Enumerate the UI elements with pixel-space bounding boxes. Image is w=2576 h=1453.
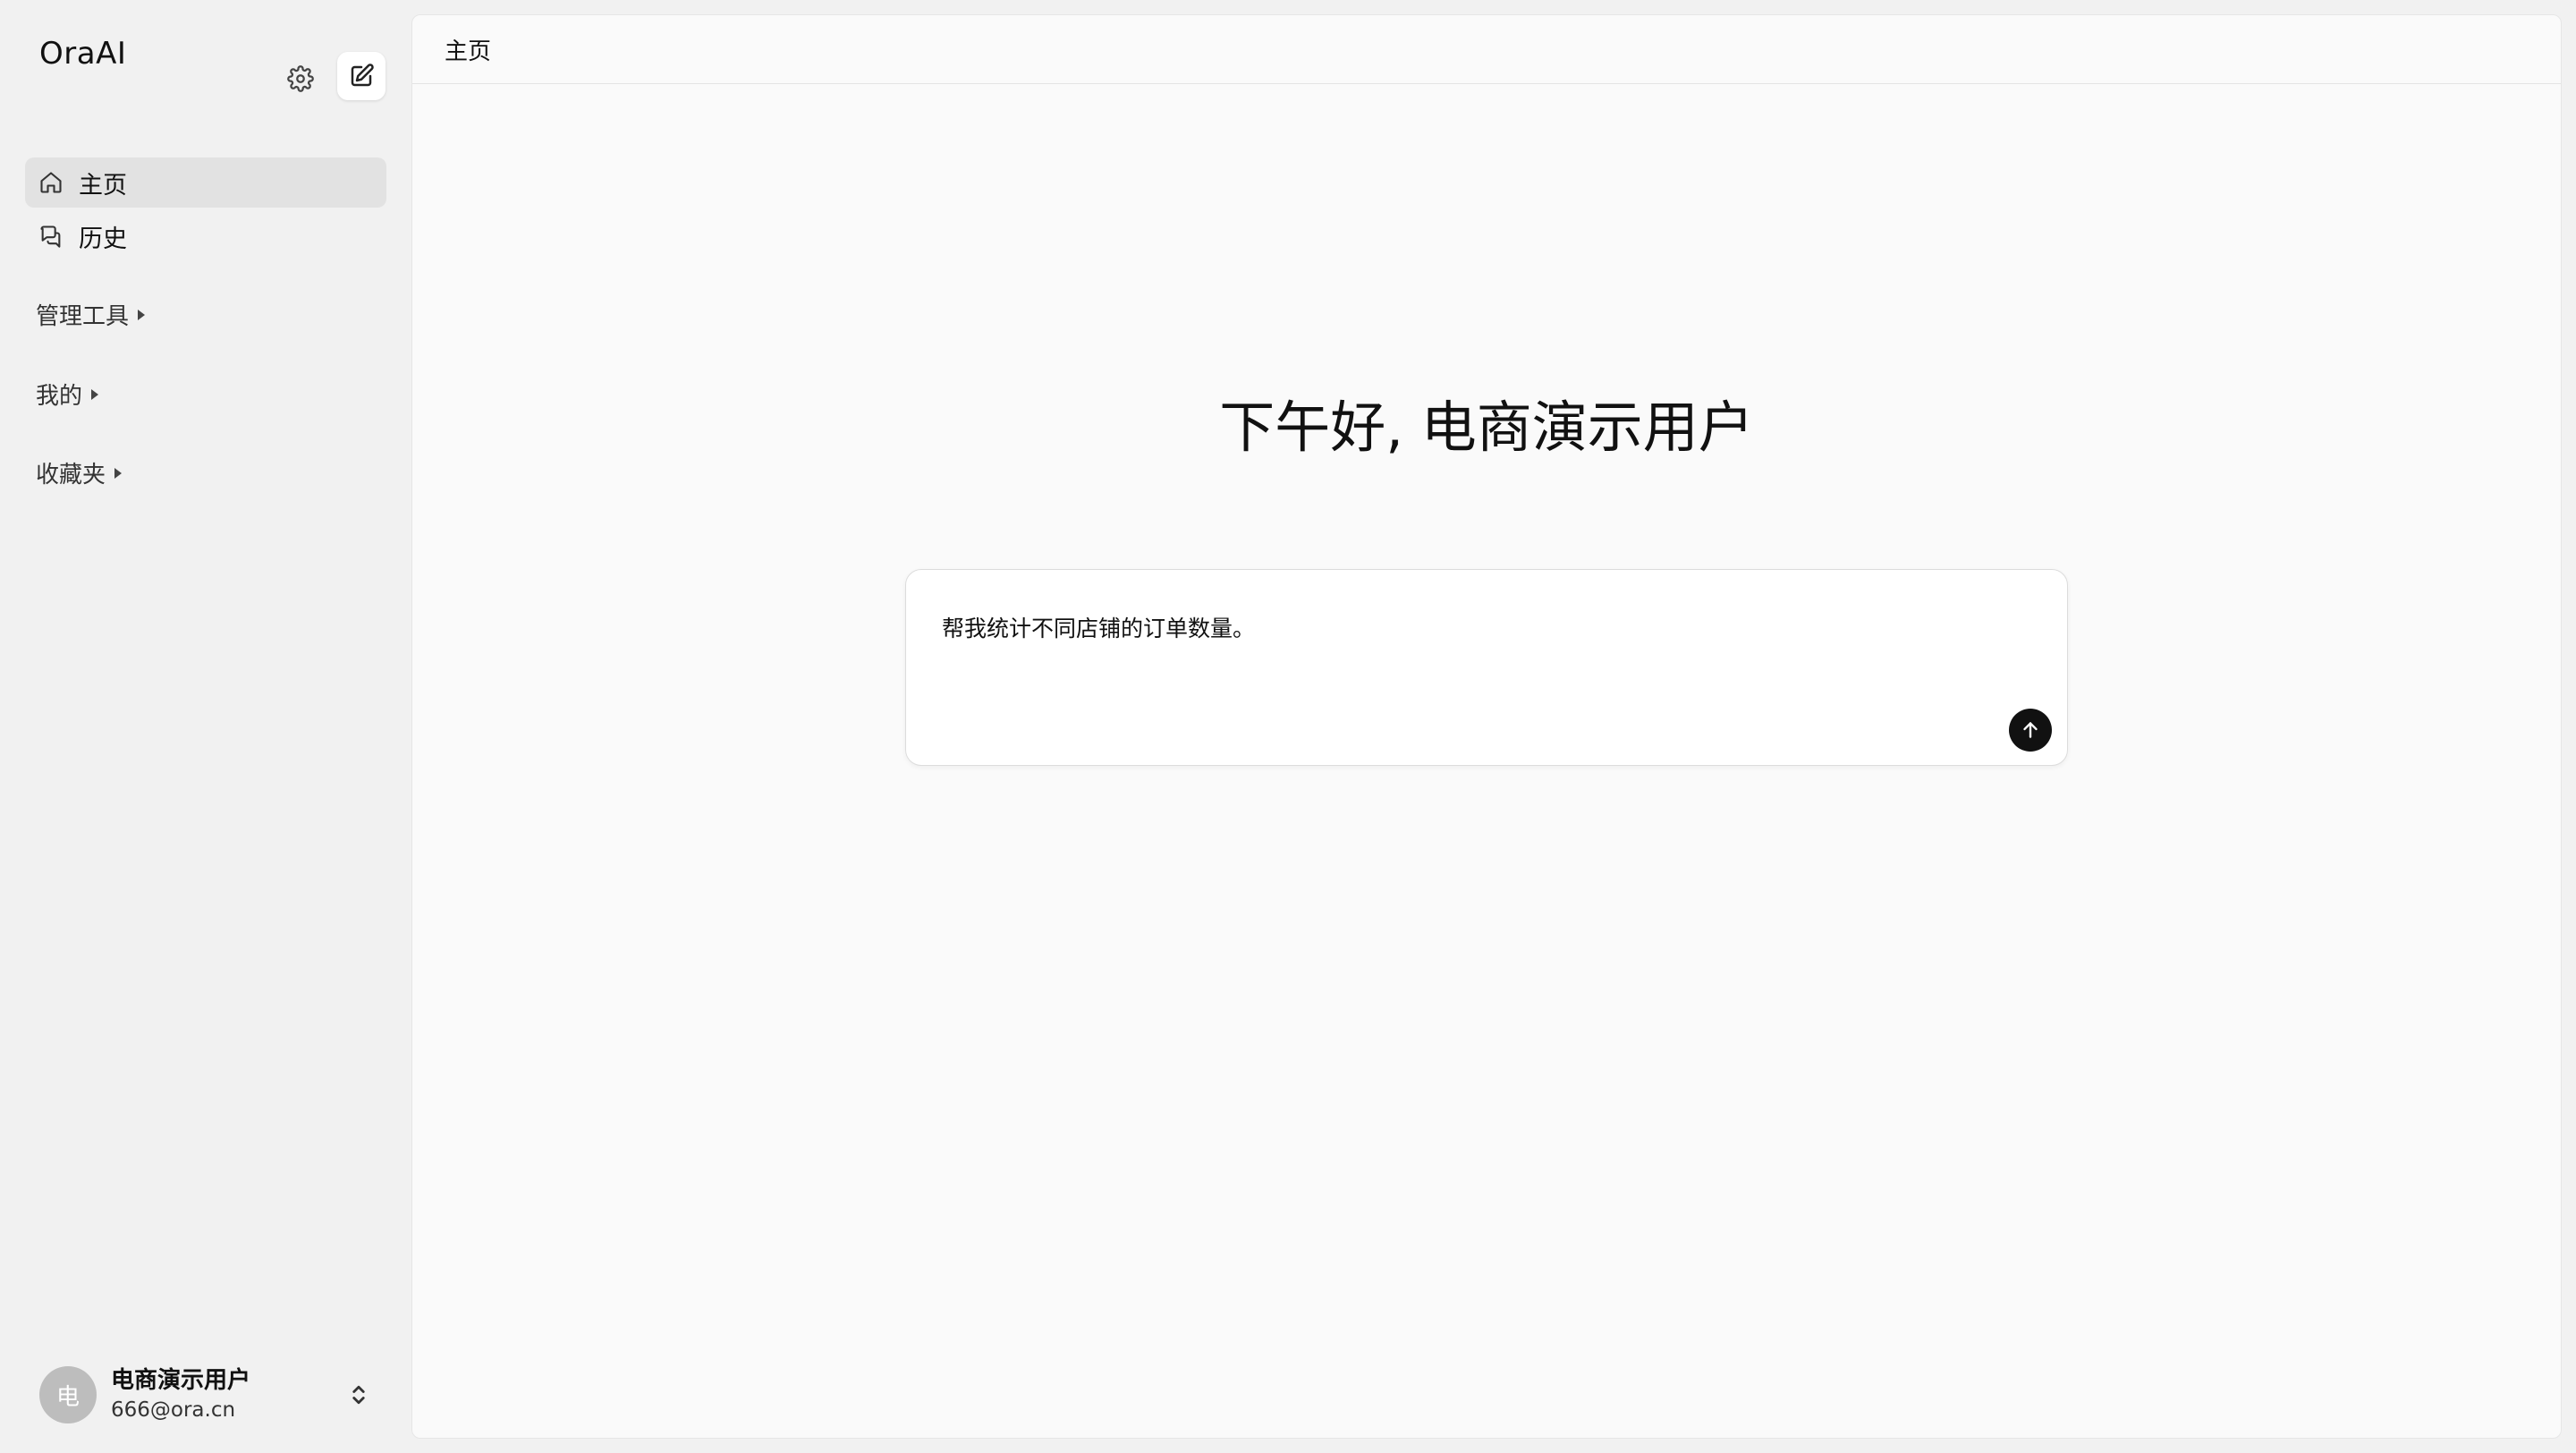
- arrow-up-icon: [2023, 722, 2038, 738]
- caret-right-icon: [91, 388, 99, 400]
- send-button[interactable]: [2009, 709, 2052, 752]
- section-favorites[interactable]: 收藏夹: [36, 456, 123, 489]
- home-icon: [36, 167, 66, 198]
- brand-logo: OraAI: [39, 36, 127, 72]
- caret-right-icon: [114, 467, 123, 479]
- user-email: 666@ora.cn: [111, 1398, 236, 1422]
- settings-button[interactable]: [283, 61, 318, 97]
- sidebar-item-label: 主页: [79, 171, 127, 200]
- section-label: 管理工具: [36, 303, 130, 330]
- section-admin-tools[interactable]: 管理工具: [36, 298, 146, 331]
- app-window: OraAI 主页 历史 管理工具 我的 收藏夹 电 电商演示用户 666@ora…: [0, 0, 2576, 1453]
- avatar: 电: [39, 1366, 97, 1423]
- chat-composer[interactable]: 帮我统计不同店铺的订单数量。: [905, 569, 2068, 766]
- section-label: 收藏夹: [36, 462, 106, 489]
- sidebar-item-history[interactable]: 历史: [25, 211, 386, 261]
- user-menu[interactable]: 电 电商演示用户 666@ora.cn: [39, 1365, 379, 1424]
- top-bar: 主页: [412, 15, 2561, 84]
- edit-icon: [351, 64, 374, 87]
- user-info: 电商演示用户 666@ora.cn: [111, 1365, 250, 1424]
- chevron-up-down-icon: [352, 1385, 365, 1405]
- new-chat-button[interactable]: [337, 52, 386, 100]
- section-label: 我的: [36, 383, 83, 410]
- message-input[interactable]: 帮我统计不同店铺的订单数量。: [942, 611, 1255, 643]
- chat-history-icon: [36, 221, 66, 251]
- sidebar-item-home[interactable]: 主页: [25, 157, 386, 208]
- user-name: 电商演示用户: [111, 1367, 251, 1394]
- section-mine[interactable]: 我的: [36, 378, 99, 411]
- gear-icon: [287, 65, 314, 92]
- greeting-title: 下午好, 电商演示用户: [1219, 395, 1754, 460]
- sidebar-item-label: 历史: [79, 225, 127, 253]
- main-panel: 主页 下午好, 电商演示用户 帮我统计不同店铺的订单数量。: [411, 14, 2562, 1439]
- sidebar: OraAI 主页 历史 管理工具 我的 收藏夹 电 电商演示用户 666@ora…: [0, 0, 410, 1453]
- breadcrumb: 主页: [445, 38, 492, 65]
- caret-right-icon: [138, 309, 146, 320]
- user-switch-button[interactable]: [345, 1381, 372, 1408]
